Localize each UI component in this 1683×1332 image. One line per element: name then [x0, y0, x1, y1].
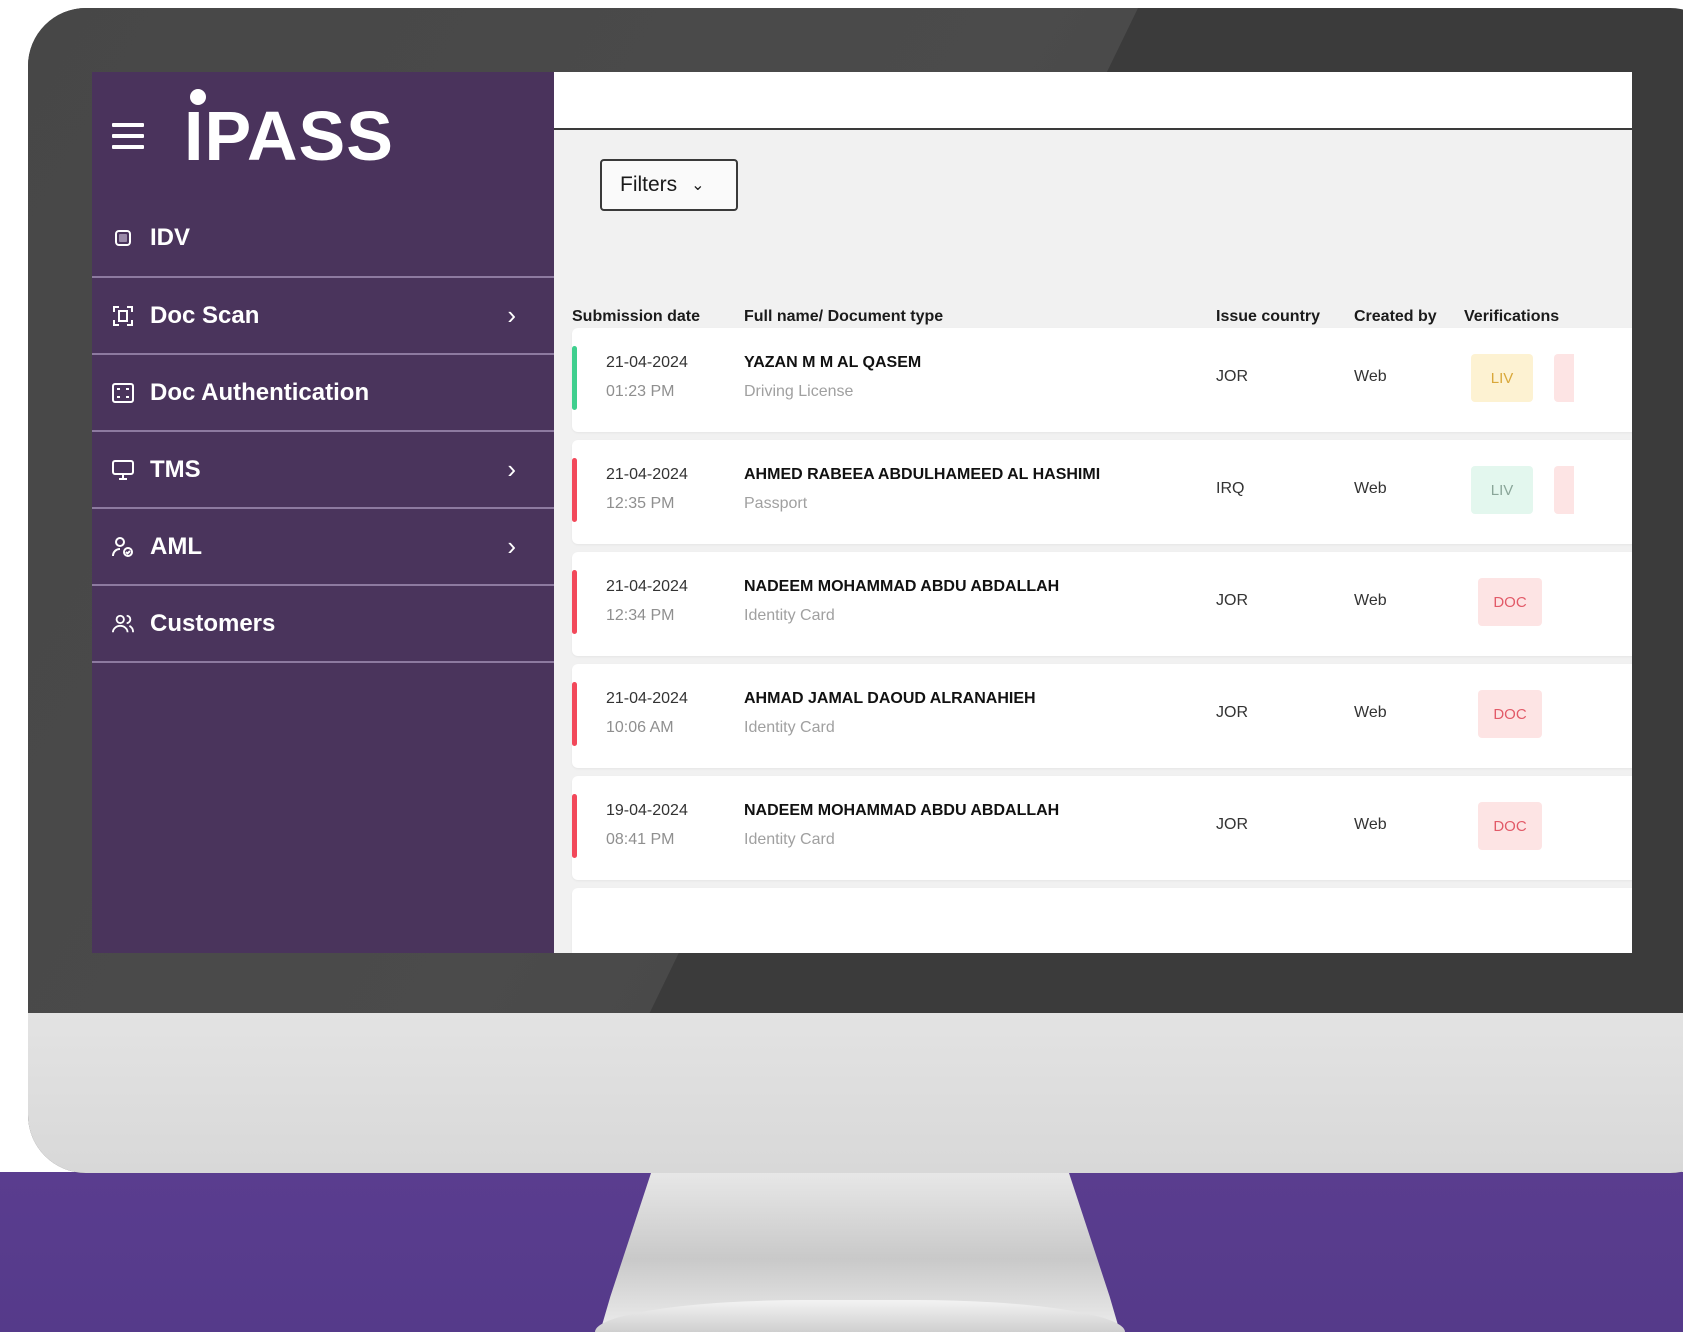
submission-time: 12:34 PM — [606, 607, 675, 624]
hamburger-menu-icon[interactable] — [112, 123, 144, 149]
verification-badge[interactable]: DOC — [1478, 802, 1542, 850]
document-type: Identity Card — [744, 607, 835, 624]
issue-country: JOR — [1216, 592, 1248, 609]
monitor-icon — [112, 459, 134, 481]
table-row[interactable]: 19-04-2024 08:41 PM NADEEM MOHAMMAD ABDU A… — [572, 776, 1632, 880]
sidebar-item-tms[interactable]: TMS › — [92, 432, 554, 509]
sidebar: IPASS IDV Doc Scan › Doc Authentication — [92, 72, 554, 953]
verification-badge[interactable]: DOC — [1478, 690, 1542, 738]
submission-date: 21-04-2024 — [606, 690, 688, 707]
table-row[interactable]: 21-04-2024 12:35 PM AHMED RABEEA ABDULHAME… — [572, 440, 1632, 544]
sidebar-item-label: TMS — [150, 455, 201, 483]
document-type: Passport — [744, 495, 808, 512]
header-submission-date[interactable]: Submission date — [572, 308, 700, 326]
issue-country: JOR — [1216, 704, 1248, 721]
top-bar — [554, 72, 1632, 130]
status-indicator — [572, 794, 577, 858]
verification-badge[interactable] — [1554, 354, 1574, 402]
sidebar-item-customers[interactable]: Customers — [92, 586, 554, 663]
submission-date: 21-04-2024 — [606, 466, 688, 483]
submission-time: 01:23 PM — [606, 383, 675, 400]
chevron-right-icon: › — [507, 531, 516, 561]
sidebar-item-label: Customers — [150, 609, 276, 637]
created-by: Web — [1354, 816, 1387, 833]
verification-badge[interactable]: LIV — [1471, 354, 1533, 402]
ipass-logo[interactable]: IPASS — [184, 89, 394, 171]
status-indicator — [572, 458, 577, 522]
submission-date: 21-04-2024 — [606, 578, 688, 595]
created-by: Web — [1354, 592, 1387, 609]
created-by: Web — [1354, 480, 1387, 497]
sidebar-item-doc-scan[interactable]: Doc Scan › — [92, 278, 554, 355]
brand-header: IPASS — [92, 72, 554, 200]
status-indicator — [572, 346, 577, 410]
sidebar-item-aml[interactable]: AML › — [92, 509, 554, 586]
issue-country: JOR — [1216, 816, 1248, 833]
full-name: AHMED RABEEA ABDULHAMEED AL HASHIMI — [744, 466, 1101, 483]
issue-country: JOR — [1216, 368, 1248, 385]
sidebar-item-idv[interactable]: IDV — [92, 200, 554, 278]
main-content: Filters ⌄ Submission date Full name/ Doc… — [554, 72, 1632, 953]
chevron-right-icon: › — [507, 454, 516, 484]
sidebar-item-label: AML — [150, 532, 202, 560]
user-check-icon — [112, 536, 134, 558]
filters-label: Filters — [620, 173, 678, 196]
created-by: Web — [1354, 704, 1387, 721]
header-verifications[interactable]: Verifications — [1464, 308, 1559, 326]
sidebar-item-doc-authentication[interactable]: Doc Authentication — [92, 355, 554, 432]
table-row[interactable]: 21-04-2024 10:06 AM AHMAD JAMAL DAOUD ALRA… — [572, 664, 1632, 768]
submission-time: 08:41 PM — [606, 831, 675, 848]
submission-date: 19-04-2024 — [606, 802, 688, 819]
verification-badge[interactable] — [1554, 466, 1574, 514]
scan-icon — [112, 305, 134, 327]
filters-button[interactable]: Filters ⌄ — [600, 159, 738, 211]
full-name: AHMAD JAMAL DAOUD ALRANAHIEH — [744, 690, 1036, 707]
status-indicator — [572, 570, 577, 634]
document-type: Driving License — [744, 383, 854, 400]
verification-badge[interactable]: DOC — [1478, 578, 1542, 626]
table-row[interactable]: 21-04-2024 01:23 PM YAZAN M M AL QASEM Driv… — [572, 328, 1632, 432]
full-name: NADEEM MOHAMMAD ABDU ABDALLAH — [744, 578, 1060, 595]
users-icon — [112, 613, 134, 635]
full-name: NADEEM MOHAMMAD ABDU ABDALLAH — [744, 802, 1060, 819]
header-issue-country[interactable]: Issue country — [1216, 308, 1320, 326]
header-full-name[interactable]: Full name/ Document type — [744, 308, 943, 326]
table-row[interactable] — [572, 888, 1632, 953]
verification-badge[interactable]: LIV — [1471, 466, 1533, 514]
issue-country: IRQ — [1216, 480, 1245, 497]
sidebar-item-label: Doc Authentication — [150, 378, 370, 406]
chevron-right-icon: › — [507, 300, 516, 330]
doc-auth-icon — [112, 382, 134, 404]
app-screen: IPASS IDV Doc Scan › Doc Authentication — [92, 72, 1632, 953]
document-type: Identity Card — [744, 719, 835, 736]
header-created-by[interactable]: Created by — [1354, 308, 1437, 326]
table-row[interactable]: 21-04-2024 12:34 PM NADEEM MOHAMMAD ABDU A… — [572, 552, 1632, 656]
submission-time: 10:06 AM — [606, 719, 674, 736]
submission-time: 12:35 PM — [606, 495, 675, 512]
sidebar-item-label: IDV — [150, 224, 191, 251]
submission-date: 21-04-2024 — [606, 354, 688, 371]
chevron-down-icon: ⌄ — [691, 177, 705, 194]
full-name: YAZAN M M AL QASEM — [744, 354, 922, 371]
monitor-chin — [28, 1013, 1683, 1173]
status-indicator — [572, 682, 577, 746]
document-type: Identity Card — [744, 831, 835, 848]
sidebar-item-label: Doc Scan — [150, 301, 260, 329]
square-icon — [112, 227, 134, 249]
created-by: Web — [1354, 368, 1387, 385]
